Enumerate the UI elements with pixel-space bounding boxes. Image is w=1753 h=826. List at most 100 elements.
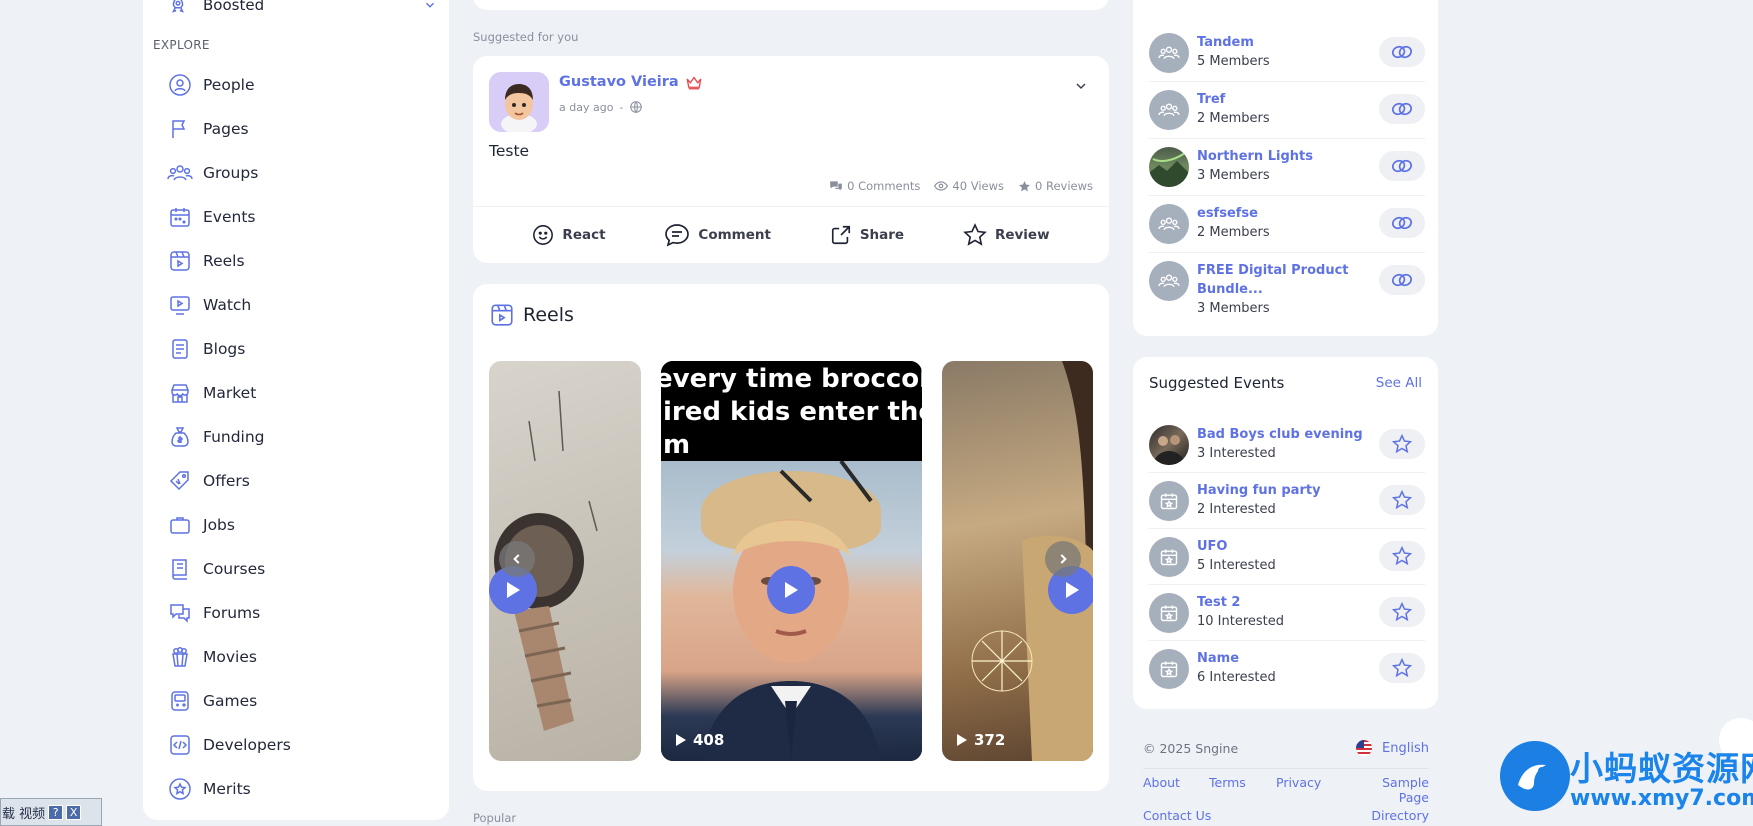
group-avatar[interactable] — [1149, 147, 1189, 187]
event-avatar[interactable] — [1149, 649, 1189, 689]
sidebar-item-watch[interactable]: Watch — [167, 283, 437, 327]
join-group-button[interactable] — [1379, 151, 1425, 181]
join-group-button[interactable] — [1379, 37, 1425, 67]
groups-icon — [1158, 274, 1180, 288]
group-name[interactable]: FREE Digital Product Bundle... — [1197, 261, 1379, 299]
event-name[interactable]: Test 2 — [1197, 593, 1379, 612]
sidebar-item-pages[interactable]: Pages — [167, 107, 437, 151]
site-footer: © 2025 Sngine English About Terms Privac… — [1143, 740, 1429, 823]
chevron-down-icon[interactable] — [423, 0, 437, 12]
comment-button[interactable]: Comment — [664, 223, 771, 247]
sidebar-item-blogs[interactable]: Blogs — [167, 327, 437, 371]
interest-event-button[interactable] — [1379, 597, 1425, 627]
close-button[interactable]: X — [66, 804, 82, 820]
post-time[interactable]: a day ago — [559, 101, 613, 114]
interest-event-button[interactable] — [1379, 541, 1425, 571]
play-button[interactable] — [767, 566, 815, 614]
link-rings-icon — [1391, 102, 1413, 116]
sidebar-item-reels[interactable]: Reels — [167, 239, 437, 283]
sidebar-item-offers[interactable]: Offers — [167, 459, 437, 503]
popular-heading: Popular — [473, 811, 517, 825]
language-selector[interactable]: English — [1356, 740, 1429, 756]
post-meta: a day ago - — [559, 100, 643, 114]
sidebar-item-label: Courses — [203, 560, 266, 578]
sidebar-item-people[interactable]: People — [167, 63, 437, 107]
sidebar-item-groups[interactable]: Groups — [167, 151, 437, 195]
play-icon — [785, 582, 798, 598]
footer-link-privacy[interactable]: Privacy — [1276, 775, 1349, 805]
sidebar-item-developers[interactable]: Developers — [167, 723, 437, 767]
event-avatar[interactable] — [1149, 425, 1189, 465]
interest-event-button[interactable] — [1379, 653, 1425, 683]
us-flag-icon — [1356, 740, 1373, 756]
event-name[interactable]: Having fun party — [1197, 481, 1379, 500]
event-name[interactable]: UFO — [1197, 537, 1379, 556]
group-avatar[interactable] — [1149, 33, 1189, 73]
sidebar-item-market[interactable]: Market — [167, 371, 437, 415]
see-all-link[interactable]: See All — [1376, 375, 1422, 391]
link-rings-icon — [1391, 216, 1413, 230]
footer-links: About Terms Privacy Sample Page Contact … — [1143, 775, 1429, 823]
sidebar-item-courses[interactable]: Courses — [167, 547, 437, 591]
star-icon — [1019, 180, 1030, 191]
author-name[interactable]: Gustavo Vieira — [559, 74, 679, 90]
group-name[interactable]: esfsefse — [1197, 204, 1379, 223]
reviews-stat[interactable]: 0 Reviews — [1018, 179, 1093, 193]
footer-link-about[interactable]: About — [1143, 775, 1209, 805]
sidebar-item-merits[interactable]: Merits — [167, 767, 437, 811]
event-avatar[interactable] — [1149, 537, 1189, 577]
groups-widget: Tandem 5 Members Tref 2 Members Northern L… — [1133, 0, 1438, 336]
chevron-right-icon — [1060, 554, 1067, 564]
post-options-chevron-icon[interactable] — [1073, 78, 1089, 98]
reels-next-button[interactable] — [1045, 541, 1081, 577]
sidebar-item-movies[interactable]: Movies — [167, 635, 437, 679]
join-group-button[interactable] — [1379, 94, 1425, 124]
footer-link-contact-us[interactable]: Contact Us — [1143, 808, 1349, 823]
sidebar-item-funding[interactable]: Funding — [167, 415, 437, 459]
group-name[interactable]: Northern Lights — [1197, 147, 1379, 166]
sidebar-item-forums[interactable]: Forums — [167, 591, 437, 635]
review-button[interactable]: Review — [963, 223, 1050, 247]
sidebar-item-label: Market — [203, 384, 257, 402]
join-group-button[interactable] — [1379, 265, 1425, 295]
avatar[interactable] — [489, 72, 549, 132]
group-name[interactable]: Tandem — [1197, 33, 1379, 52]
help-button[interactable]: ? — [48, 804, 64, 820]
group-avatar[interactable] — [1149, 204, 1189, 244]
share-button[interactable]: Share — [830, 224, 904, 246]
sidebar-item-games[interactable]: Games — [167, 679, 437, 723]
event-avatar[interactable] — [1149, 481, 1189, 521]
sidebar-item-events[interactable]: Events — [167, 195, 437, 239]
sidebar-item-jobs[interactable]: Jobs — [167, 503, 437, 547]
calendar-star-icon — [1160, 549, 1178, 566]
footer-link-sample-page[interactable]: Sample Page — [1349, 775, 1429, 805]
group-avatar[interactable] — [1149, 261, 1189, 301]
footer-link-directory[interactable]: Directory — [1349, 808, 1429, 823]
groups-icon — [167, 160, 193, 186]
sidebar-item-label: Events — [203, 208, 256, 226]
event-name[interactable]: Bad Boys club evening — [1197, 425, 1379, 444]
join-group-button[interactable] — [1379, 208, 1425, 238]
sidebar-item-label: Jobs — [203, 516, 235, 534]
interest-event-button[interactable] — [1379, 429, 1425, 459]
download-bar-label[interactable]: 载 视频 — [2, 803, 45, 822]
interest-event-button[interactable] — [1379, 485, 1425, 515]
gamepad-icon — [167, 688, 193, 714]
share-label: Share — [859, 227, 905, 243]
boosted-menu[interactable]: Boosted — [167, 0, 437, 16]
post-author[interactable]: Gustavo Vieira — [559, 74, 703, 90]
reels-prev-button[interactable] — [499, 541, 535, 577]
group-name[interactable]: Tref — [1197, 90, 1379, 109]
reel-card[interactable]: every time broccol ired kids enter the m… — [661, 361, 922, 761]
group-avatar[interactable] — [1149, 90, 1189, 130]
play-icon — [507, 582, 520, 598]
react-button[interactable]: React — [532, 224, 606, 246]
link-rings-icon — [1391, 273, 1413, 287]
star-outline-icon — [1392, 434, 1412, 454]
comments-stat[interactable]: 0 Comments — [829, 179, 920, 193]
watch-icon — [167, 292, 193, 318]
event-name[interactable]: Name — [1197, 649, 1379, 668]
views-count: 40 Views — [952, 179, 1004, 193]
footer-link-terms[interactable]: Terms — [1209, 775, 1276, 805]
event-avatar[interactable] — [1149, 593, 1189, 633]
